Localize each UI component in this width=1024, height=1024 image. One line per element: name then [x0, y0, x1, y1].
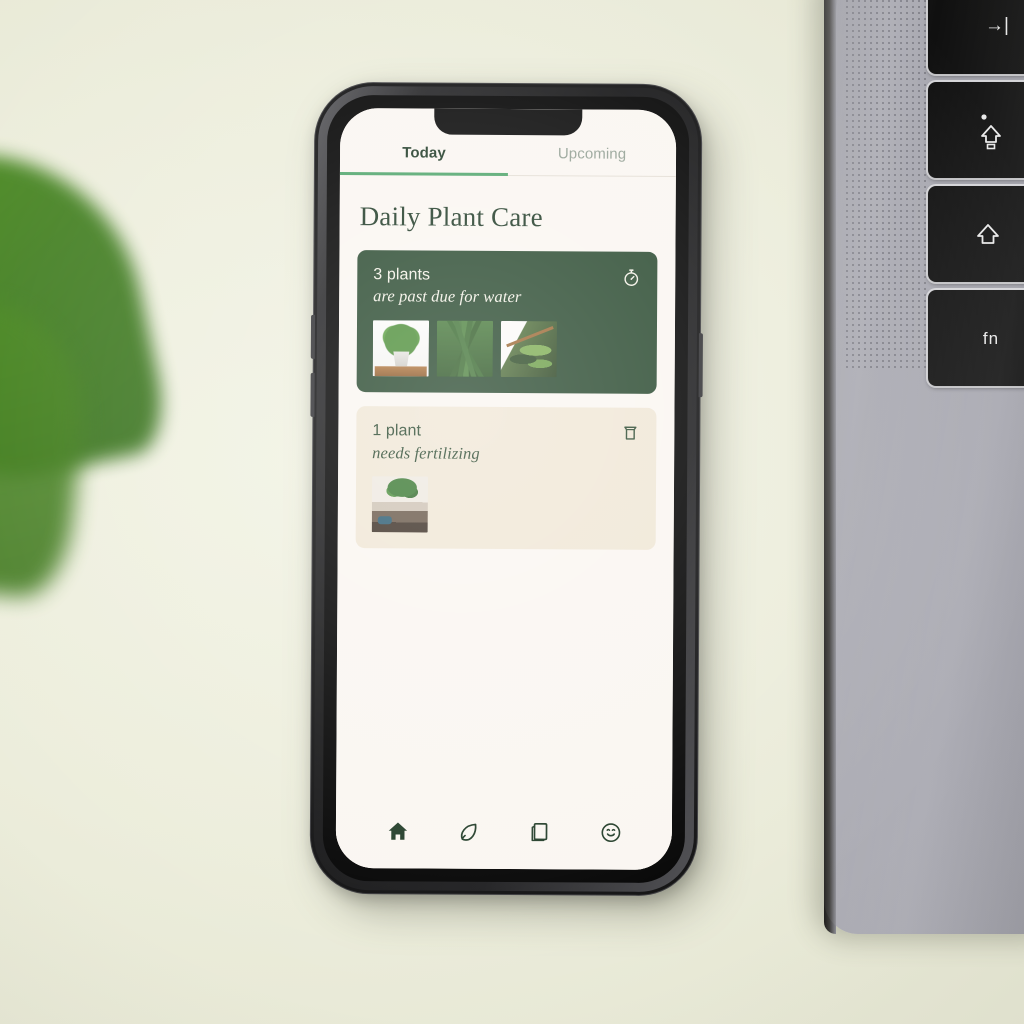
desk-scene: →| fn: [0, 0, 1024, 1024]
scene-vignette: [0, 0, 1024, 1024]
